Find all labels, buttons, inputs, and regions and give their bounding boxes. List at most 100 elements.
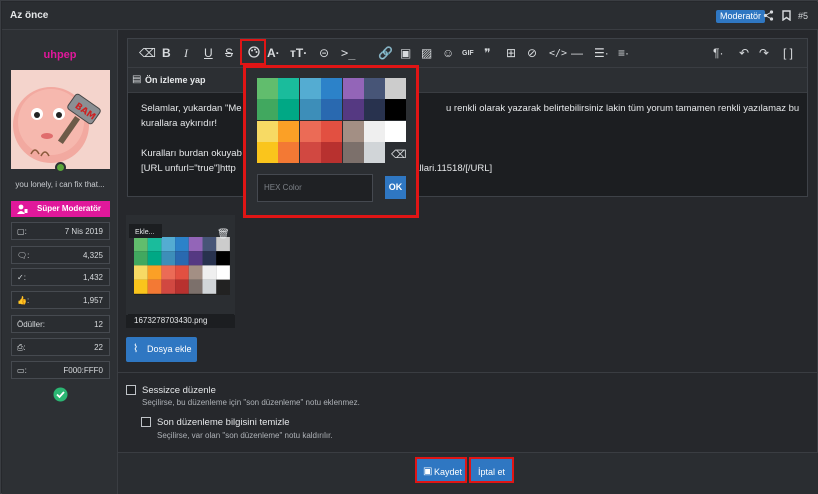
color-swatch[interactable] — [364, 120, 385, 142]
color-swatch[interactable] — [321, 78, 343, 99]
color-swatch[interactable] — [257, 120, 278, 142]
list-icon[interactable]: ☰· — [594, 46, 609, 61]
clear-last-edit-checkbox[interactable] — [141, 417, 151, 427]
content-line: Kuralları burdan okuyab — [141, 148, 242, 159]
color-swatch[interactable] — [299, 78, 321, 99]
eraser-icon[interactable]: ⌫ — [139, 46, 156, 61]
user-shield-icon — [17, 204, 28, 214]
thumbs-up-icon: 👍: — [17, 296, 30, 305]
bookmark-icon[interactable] — [780, 10, 792, 22]
align-icon[interactable]: ≡· — [618, 46, 629, 61]
stat-reactions: 👍: 1,957 — [11, 291, 110, 309]
attachment-thumbnail[interactable]: Ekle... 🗑 — [126, 215, 235, 328]
link-style-icon[interactable]: ⊝ — [319, 46, 329, 61]
quote-icon[interactable]: ❞ — [484, 46, 490, 61]
table-icon[interactable]: ⊞ — [506, 46, 516, 61]
rich-text-editor[interactable]: ⌫ B I U S A· тT· ⊝ >_ 🔗 ▣ ▨ ☺ GIF ❞ ⊞ ⊘ … — [127, 38, 808, 197]
color-swatch[interactable] — [299, 120, 321, 142]
stat-awards: Ödüller: 12 — [11, 315, 110, 333]
color-swatch[interactable] — [278, 99, 300, 121]
color-swatch[interactable] — [299, 99, 321, 121]
image-gallery-icon[interactable]: ▣ — [400, 46, 411, 61]
silent-edit-label[interactable]: Sessizce düzenle — [142, 385, 216, 396]
thumbnail-swatch — [175, 279, 189, 294]
palette-button-highlight — [240, 39, 266, 65]
thumbnail-swatch — [134, 237, 148, 252]
online-status-indicator — [55, 162, 66, 173]
insert-attachment-button[interactable]: Ekle... — [135, 229, 154, 236]
share-icon[interactable] — [762, 10, 774, 22]
color-swatch[interactable] — [385, 78, 407, 99]
message-edit-window: Az önce Moderatör #5 uhpep BAM you lonel… — [0, 0, 818, 494]
ok-button[interactable]: OK — [385, 176, 406, 199]
color-swatch[interactable] — [278, 120, 300, 142]
color-swatch[interactable] — [257, 78, 278, 99]
color-swatch[interactable] — [321, 142, 343, 164]
paperclip-icon: ⌇ — [133, 343, 139, 355]
add-file-button[interactable]: ⌇ Dosya ekle — [126, 337, 197, 362]
gif-icon[interactable]: GIF — [462, 46, 474, 61]
code-inline-icon[interactable]: >_ — [341, 46, 355, 61]
save-label: Kaydet — [434, 467, 463, 477]
preview-button[interactable]: Ön izleme yap — [145, 75, 206, 85]
thumbnail-swatch — [161, 251, 176, 266]
color-swatch[interactable] — [342, 99, 364, 121]
redo-icon[interactable]: ↷ — [759, 46, 769, 61]
post-number[interactable]: #5 — [798, 11, 808, 21]
underline-icon[interactable]: U — [204, 46, 213, 61]
messages-icon: 🗨: — [17, 251, 30, 260]
thumbnail-swatch — [216, 251, 230, 266]
color-swatch[interactable] — [342, 78, 364, 99]
link-icon[interactable]: 🔗 — [378, 46, 393, 61]
font-family-icon[interactable]: A· — [267, 46, 280, 61]
horizontal-rule-icon[interactable]: — — [571, 46, 583, 61]
bold-icon[interactable]: B — [162, 46, 171, 61]
color-swatch[interactable] — [364, 78, 385, 99]
message-timestamp[interactable]: Az önce — [10, 10, 48, 21]
role-badge[interactable]: Süper Moderatör — [11, 201, 110, 217]
thumbnail-swatch — [188, 237, 203, 252]
editor-content[interactable]: Selamlar, yukardan "Me u renkli olarak ya… — [141, 101, 801, 176]
stat-solutions: ✓: 1,432 — [11, 268, 110, 286]
color-swatch[interactable] — [342, 120, 364, 142]
thumbnail-swatch — [147, 251, 162, 266]
spoiler-icon[interactable]: ⊘ — [527, 46, 537, 61]
form-footer — [118, 452, 818, 494]
image-icon[interactable]: ▨ — [421, 46, 432, 61]
thumbnail-swatch — [134, 279, 148, 294]
thumbnail-swatch — [161, 279, 176, 294]
clear-last-edit-label[interactable]: Son düzenleme bilgisini temizle — [157, 417, 290, 428]
fullscreen-icon[interactable]: [ ] — [783, 46, 793, 61]
color-swatch[interactable] — [278, 78, 300, 99]
paragraph-icon[interactable]: ¶· — [713, 46, 723, 61]
color-swatch[interactable] — [257, 142, 278, 164]
username[interactable]: uhpep — [2, 49, 118, 61]
remove-color-icon[interactable]: ⌫ — [391, 148, 407, 161]
italic-icon[interactable]: I — [184, 46, 188, 61]
color-swatch[interactable] — [257, 99, 278, 121]
strikethrough-icon[interactable]: S — [225, 46, 233, 61]
silent-edit-checkbox[interactable] — [126, 385, 136, 395]
font-size-icon[interactable]: тT· — [290, 46, 307, 61]
color-swatch[interactable] — [385, 120, 407, 142]
stat-joined: ▢: 7 Nis 2019 — [11, 222, 110, 240]
emoji-icon[interactable]: ☺ — [442, 46, 454, 61]
color-swatch[interactable] — [364, 142, 385, 164]
avatar[interactable]: BAM — [11, 70, 110, 169]
save-button[interactable]: ▣ Kaydet — [415, 457, 467, 483]
color-swatch[interactable] — [342, 142, 364, 164]
cancel-button[interactable]: İptal et — [469, 457, 514, 483]
color-swatch[interactable] — [299, 142, 321, 164]
undo-icon[interactable]: ↶ — [739, 46, 749, 61]
attachment-filename: 1673278703430.png — [128, 314, 234, 328]
stat-messages: 🗨: 4,325 — [11, 246, 110, 264]
color-swatch[interactable] — [385, 99, 407, 121]
role-label: Süper Moderatör — [36, 204, 101, 213]
color-swatch[interactable] — [278, 142, 300, 164]
code-block-icon[interactable]: </> — [549, 46, 567, 61]
color-swatch[interactable] — [321, 120, 343, 142]
color-swatch[interactable] — [321, 99, 343, 121]
trash-icon[interactable]: 🗑 — [217, 229, 230, 240]
hex-color-input[interactable]: HEX Color — [257, 174, 373, 202]
color-swatch[interactable] — [364, 99, 385, 121]
